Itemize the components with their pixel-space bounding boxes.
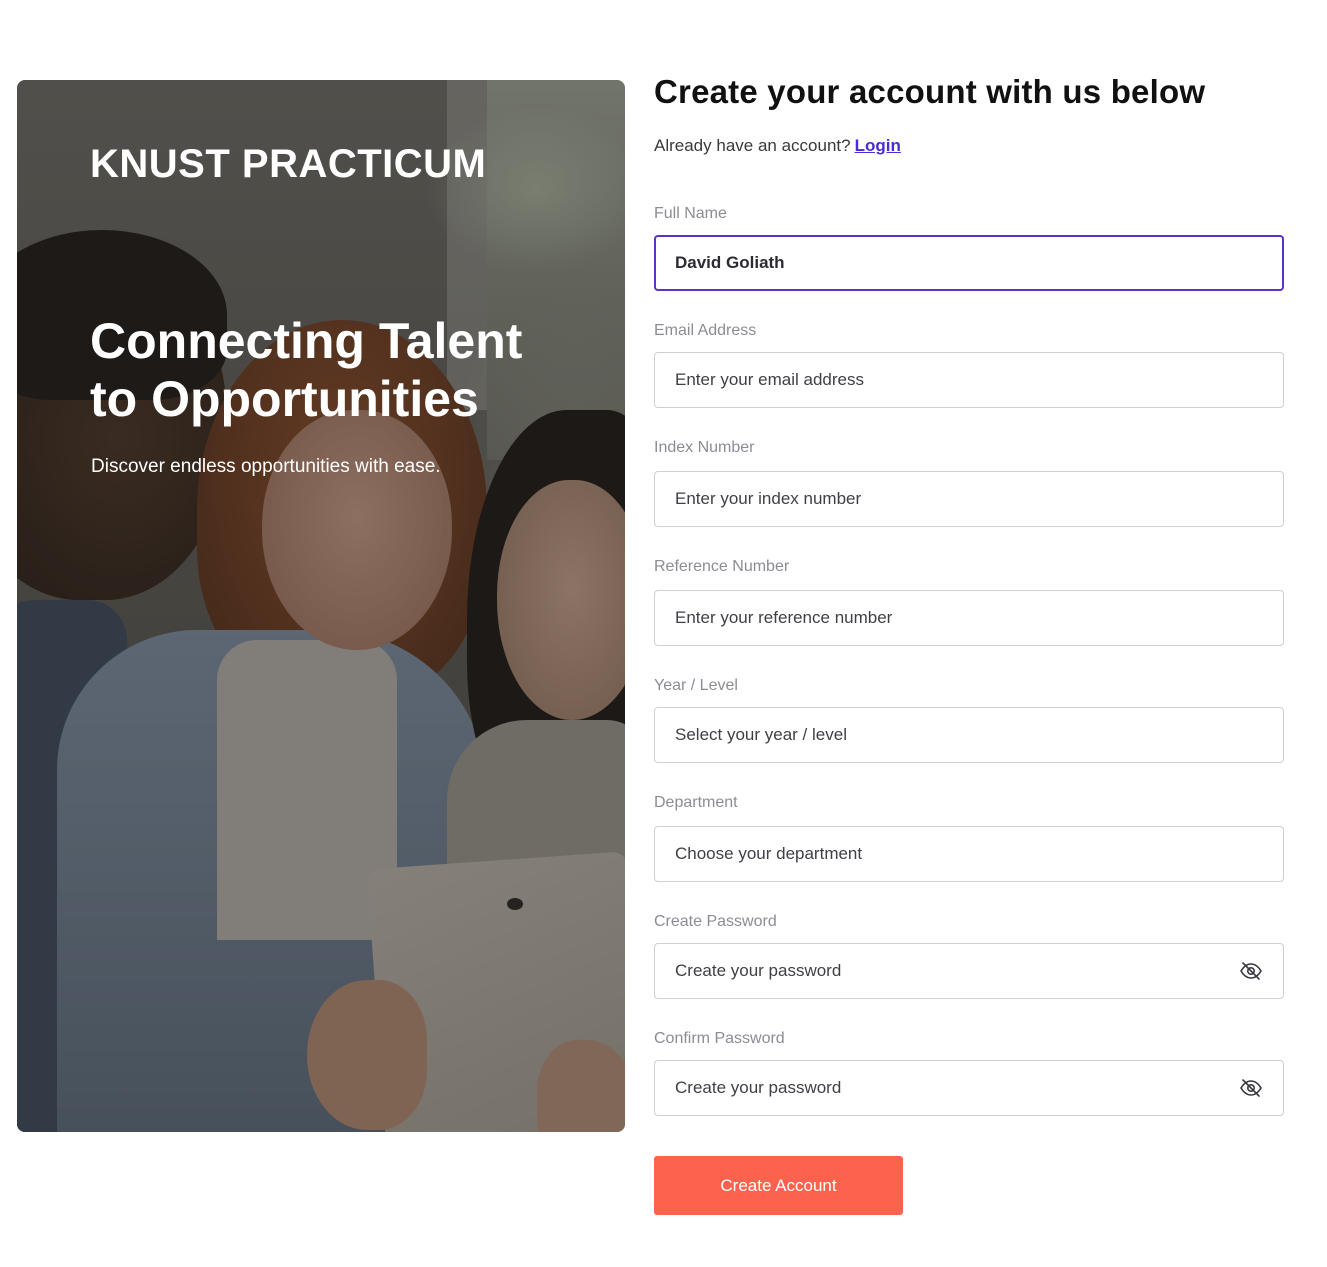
eye-off-icon[interactable] [1239, 959, 1263, 983]
department-select[interactable]: Choose your department [654, 826, 1284, 882]
create-password-field: Create Password Create your password [654, 913, 1284, 999]
reference-number-input[interactable]: Enter your reference number [654, 590, 1284, 646]
year-level-placeholder: Select your year / level [675, 725, 847, 744]
reference-number-label: Reference Number [654, 558, 790, 575]
full-name-field: Full Name David Goliath [654, 205, 1284, 291]
email-placeholder: Enter your email address [675, 370, 864, 389]
confirm-password-field: Confirm Password Create your password [654, 1030, 1284, 1116]
index-number-field: Index Number Enter your index number [654, 439, 1284, 527]
brand-name: KNUST PRACTICUM [90, 142, 487, 186]
confirm-password-placeholder: Create your password [675, 1078, 842, 1097]
login-prompt-text: Already have an account? [654, 136, 851, 155]
confirm-password-input[interactable]: Create your password [654, 1060, 1284, 1116]
create-password-placeholder: Create your password [675, 961, 842, 980]
department-label: Department [654, 794, 738, 811]
index-number-input[interactable]: Enter your index number [654, 471, 1284, 527]
email-field: Email Address Enter your email address [654, 322, 1284, 408]
hero-panel: KNUST PRACTICUM Connecting Talent to Opp… [17, 80, 625, 1132]
index-number-label: Index Number [654, 439, 755, 456]
hero-photo-overlay [17, 80, 625, 1132]
create-account-button[interactable]: Create Account [654, 1156, 903, 1215]
login-prompt: Already have an account? Login [654, 136, 1284, 160]
full-name-value: David Goliath [675, 253, 785, 272]
year-level-select[interactable]: Select your year / level [654, 707, 1284, 763]
full-name-label: Full Name [654, 205, 727, 222]
index-number-placeholder: Enter your index number [675, 489, 862, 508]
create-password-input[interactable]: Create your password [654, 943, 1284, 999]
year-level-field: Year / Level Select your year / level [654, 677, 1284, 763]
year-level-label: Year / Level [654, 677, 738, 694]
confirm-password-label: Confirm Password [654, 1030, 785, 1047]
reference-number-field: Reference Number Enter your reference nu… [654, 558, 1284, 646]
hero-subtitle: Discover endless opportunities with ease… [91, 456, 441, 477]
hero-title-line-1: Connecting Talent [90, 313, 523, 369]
full-name-input[interactable]: David Goliath [654, 235, 1284, 291]
signup-form: Create your account with us below Alread… [654, 70, 1284, 1215]
create-password-label: Create Password [654, 913, 777, 930]
email-input[interactable]: Enter your email address [654, 352, 1284, 408]
hero-title: Connecting Talent to Opportunities [90, 312, 570, 428]
eye-off-icon[interactable] [1239, 1076, 1263, 1100]
page-title: Create your account with us below [654, 73, 1206, 110]
reference-number-placeholder: Enter your reference number [675, 608, 893, 627]
login-link[interactable]: Login [855, 136, 901, 155]
department-field: Department Choose your department [654, 794, 1284, 882]
email-label: Email Address [654, 322, 757, 339]
department-placeholder: Choose your department [675, 844, 863, 863]
hero-title-line-2: to Opportunities [90, 371, 479, 427]
